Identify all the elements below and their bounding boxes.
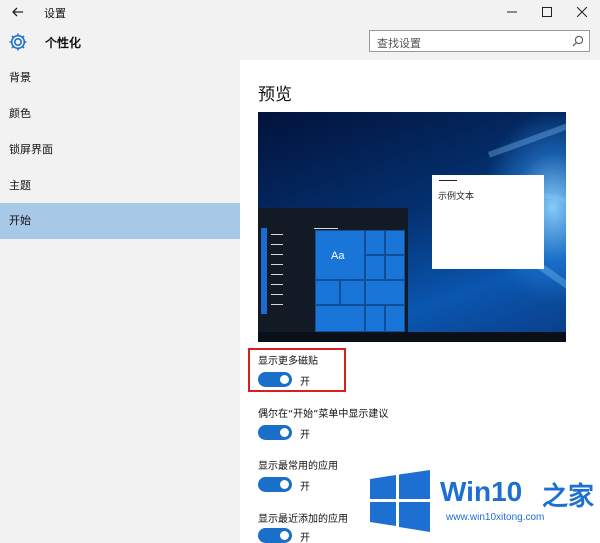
sample-window: 示例文本 <box>432 175 544 269</box>
setting-show-suggestions: 偶尔在“开始”菜单中显示建议 开 <box>258 405 389 441</box>
menu-line <box>271 274 283 275</box>
gear-icon <box>9 33 27 51</box>
toggle-state: 开 <box>300 533 310 543</box>
sidebar: 背景 颜色 锁屏界面 主题 开始 <box>0 60 240 543</box>
tile-label: Aa <box>331 250 345 262</box>
toggle-knob <box>280 480 289 489</box>
toggle-knob <box>280 531 289 540</box>
sidebar-item-themes[interactable]: 主题 <box>0 168 240 204</box>
start-menu-strip <box>261 228 267 314</box>
menu-line <box>271 244 283 245</box>
tile <box>385 230 405 255</box>
sidebar-item-label: 锁屏界面 <box>9 143 53 156</box>
sidebar-item-start[interactable]: 开始 <box>0 203 240 239</box>
title-bar: 设置 <box>0 0 600 24</box>
menu-line <box>271 264 283 265</box>
toggle-state: 开 <box>300 430 310 441</box>
setting-label: 偶尔在“开始”菜单中显示建议 <box>258 409 389 420</box>
toggle-knob <box>280 428 289 437</box>
most-used-apps-toggle[interactable] <box>258 477 292 492</box>
search-placeholder: 查找设置 <box>377 37 421 50</box>
search-icon <box>572 35 584 47</box>
sidebar-item-label: 背景 <box>9 71 31 84</box>
sidebar-item-label: 颜色 <box>9 107 31 120</box>
watermark-brand: Win10 <box>440 476 523 507</box>
menu-line <box>271 294 283 295</box>
maximize-button[interactable] <box>530 0 564 24</box>
menu-line <box>314 228 338 229</box>
show-suggestions-toggle[interactable] <box>258 425 292 440</box>
menu-line <box>271 234 283 235</box>
sample-text: 示例文本 <box>438 192 475 202</box>
light-beam <box>488 112 566 158</box>
page-title: 预览 <box>258 85 292 105</box>
recently-added-apps-toggle[interactable] <box>258 528 292 543</box>
tile <box>340 280 365 305</box>
tile <box>365 255 385 280</box>
start-preview: 示例文本 Aa <box>258 112 566 342</box>
tile <box>365 230 385 255</box>
windows-logo <box>370 470 430 532</box>
setting-label: 显示最常用的应用 <box>258 461 338 472</box>
tile-grid <box>315 230 405 332</box>
tile <box>315 305 365 332</box>
tile <box>385 305 405 332</box>
menu-line <box>271 254 283 255</box>
search-input[interactable]: 查找设置 <box>369 30 590 52</box>
setting-label: 显示最近添加的应用 <box>258 514 348 525</box>
close-button[interactable] <box>565 0 599 24</box>
minimize-icon <box>507 11 517 13</box>
back-button[interactable] <box>0 0 36 24</box>
menu-line <box>271 284 283 285</box>
toggle-state: 开 <box>300 482 310 493</box>
close-icon <box>577 7 587 17</box>
sidebar-item-label: 开始 <box>9 214 31 227</box>
tile <box>385 255 405 280</box>
tile <box>315 280 340 305</box>
setting-recently-added-apps: 显示最近添加的应用 开 <box>258 510 348 543</box>
sample-window-titlebar <box>439 180 457 181</box>
maximize-icon <box>542 7 552 17</box>
sidebar-item-colors[interactable]: 颜色 <box>0 96 240 132</box>
header: 个性化 查找设置 <box>0 24 600 60</box>
window-title: 设置 <box>44 7 66 20</box>
watermark: Win10 之家 www.win10xitong.com <box>370 470 600 543</box>
section-title: 个性化 <box>45 36 82 50</box>
highlight-box <box>248 348 346 392</box>
taskbar-preview <box>258 332 566 342</box>
arrow-left-icon <box>12 7 23 17</box>
watermark-brand-suffix: 之家 <box>542 482 595 512</box>
sidebar-item-lock-screen[interactable]: 锁屏界面 <box>0 132 240 168</box>
sidebar-item-label: 主题 <box>9 179 31 192</box>
menu-line <box>271 304 283 305</box>
tile <box>365 305 385 332</box>
sidebar-item-background[interactable]: 背景 <box>0 60 240 96</box>
tile <box>365 280 405 305</box>
setting-most-used-apps: 显示最常用的应用 开 <box>258 457 338 493</box>
minimize-button[interactable] <box>495 0 529 24</box>
watermark-url: www.win10xitong.com <box>446 512 545 523</box>
